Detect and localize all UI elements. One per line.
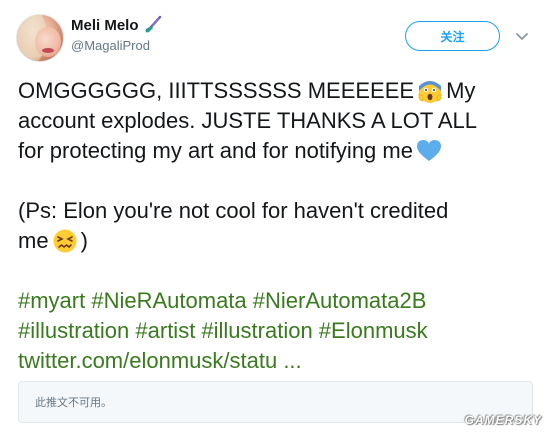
paintbrush-icon xyxy=(145,15,161,33)
tweet-header: Meli Melo @MagaliProd 关注 xyxy=(0,0,550,75)
author-name-text: Meli Melo xyxy=(71,16,139,34)
tweet-line-suffix: My xyxy=(446,78,476,103)
confounded-face-icon xyxy=(53,229,77,253)
tweet-line-text: for protecting my art and for notifying … xyxy=(18,138,413,163)
tweet-line-text: (Ps: Elon you're not cool for haven't cr… xyxy=(18,198,449,223)
tweet-line: me ) xyxy=(18,226,543,256)
tweet-line-suffix: ) xyxy=(80,228,88,253)
tweet-body: OMGGGGGG, IIITTSSSSSS MEEEEEE My account… xyxy=(18,76,543,376)
blue-heart-icon xyxy=(416,140,441,161)
hashtag-line-text[interactable]: #myart #NieRAutomata #NierAutomata2B xyxy=(18,286,426,316)
tweet-line: (Ps: Elon you're not cool for haven't cr… xyxy=(18,196,543,226)
tweet-line-text: OMGGGGGG, IIITTSSSSSS MEEEEEE xyxy=(18,78,415,103)
tweet-link-text[interactable]: twitter.com/elonmusk/statu ... xyxy=(18,346,302,376)
screaming-face-icon xyxy=(418,81,442,103)
tweet-line: OMGGGGGG, IIITTSSSSSS MEEEEEE My xyxy=(18,76,543,106)
tweet-line: account explodes. JUSTE THANKS A LOT ALL xyxy=(18,106,543,136)
tweet-line-text: account explodes. JUSTE THANKS A LOT ALL xyxy=(18,108,477,133)
chevron-down-icon[interactable] xyxy=(515,30,529,44)
hashtag-line-text[interactable]: #illustration #artist #illustration #Elo… xyxy=(18,316,428,346)
avatar-lip xyxy=(42,48,54,53)
hashtag-line[interactable]: #myart #NieRAutomata #NierAutomata2B xyxy=(18,286,543,316)
author-handle[interactable]: @MagaliProd xyxy=(71,38,150,53)
avatar[interactable] xyxy=(16,14,64,62)
hashtag-line[interactable]: #illustration #artist #illustration #Elo… xyxy=(18,316,543,346)
author-name[interactable]: Meli Melo xyxy=(71,15,163,35)
unavailable-text: 此推文不可用。 xyxy=(35,396,112,409)
tweet-line-text: me xyxy=(18,228,49,253)
quoted-tweet-unavailable-card: 此推文不可用。 xyxy=(18,381,533,423)
watermark: GAMERSKY xyxy=(464,413,542,427)
tweet-line: for protecting my art and for notifying … xyxy=(18,136,543,166)
follow-button[interactable]: 关注 xyxy=(405,21,500,51)
tweet-link[interactable]: twitter.com/elonmusk/statu ... xyxy=(18,346,543,376)
